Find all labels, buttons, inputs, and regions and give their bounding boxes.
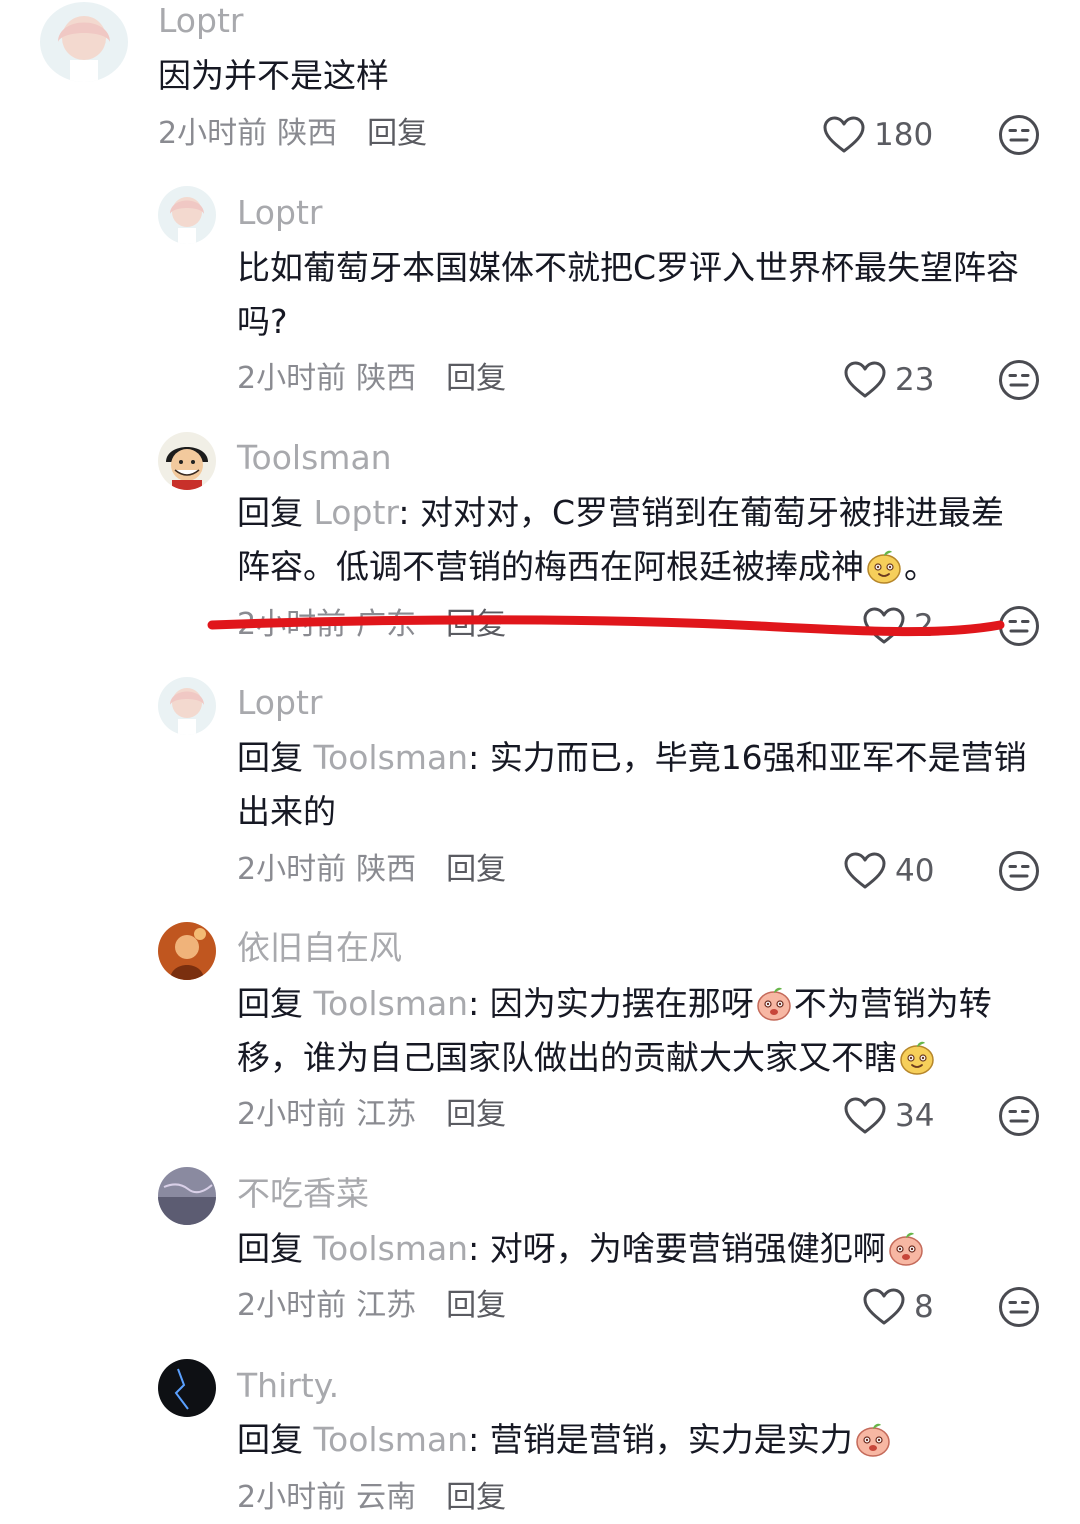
comment-location: 广东: [356, 607, 417, 642]
comment-text-content: 因为并不是这样: [158, 56, 389, 95]
comment-meta: 2小时前 陕西 回复: [158, 114, 427, 154]
like-count: 34: [895, 1098, 935, 1134]
comment-time: 2小时前: [237, 1097, 347, 1132]
username[interactable]: 依旧自在风: [237, 928, 402, 968]
reply-prefix: 回复: [237, 984, 303, 1023]
comment-time: 2小时前: [237, 1480, 347, 1515]
reply-separator: :: [468, 1420, 490, 1459]
comment-text-content: 对呀，为啥要营销强健犯啊: [489, 1229, 886, 1268]
dislike-icon[interactable]: [998, 359, 1040, 401]
reply-separator: :: [468, 738, 490, 777]
emoji-gold-peach-icon: [897, 1037, 937, 1077]
avatar[interactable]: [158, 922, 216, 980]
comment-text: 比如葡萄牙本国媒体不就把C罗评入世界杯最失望阵容吗?: [237, 241, 1037, 349]
like-button[interactable]: 40: [843, 848, 934, 894]
like-count: 23: [895, 362, 935, 398]
emoji-peach-icon: [754, 983, 794, 1023]
reply-prefix: 回复: [237, 738, 303, 777]
comment-time: 2小时前: [237, 607, 347, 642]
reply-prefix: 回复: [237, 493, 303, 532]
comment-text: 回复 Toolsman: 对呀，为啥要营销强健犯啊: [237, 1222, 1037, 1276]
comment-meta: 2小时前 云南 回复: [237, 1478, 506, 1518]
reply-prefix: 回复: [237, 1420, 303, 1459]
like-button[interactable]: 2: [862, 603, 934, 649]
dislike-icon[interactable]: [998, 1095, 1040, 1137]
dislike-icon[interactable]: [998, 850, 1040, 892]
avatar[interactable]: [158, 186, 216, 244]
heart-outline-icon: [843, 1096, 887, 1136]
dislike-icon[interactable]: [998, 1286, 1040, 1328]
reply-button[interactable]: 回复: [446, 607, 506, 642]
username[interactable]: Loptr: [158, 1, 243, 41]
reply-separator: :: [468, 984, 490, 1023]
heart-outline-icon: [843, 851, 887, 891]
heart-outline-icon: [862, 1287, 906, 1327]
username[interactable]: Toolsman: [237, 438, 392, 478]
like-button[interactable]: 34: [843, 1093, 934, 1139]
emoji-peach-icon: [853, 1419, 893, 1459]
comment-text-content: 比如葡萄牙本国媒体不就把C罗评入世界杯最失望阵容吗?: [237, 248, 1020, 341]
reply-target-username[interactable]: Toolsman: [314, 738, 469, 777]
like-count: 180: [874, 117, 934, 153]
reply-target-username[interactable]: Toolsman: [314, 1229, 469, 1268]
reply-button[interactable]: 回复: [367, 116, 427, 151]
avatar[interactable]: [40, 2, 128, 82]
reply-target-username[interactable]: Toolsman: [314, 1420, 469, 1459]
comment-location: 陕西: [356, 361, 417, 396]
reply-target-username[interactable]: Loptr: [314, 493, 399, 532]
comment-text: 回复 Toolsman: 实力而已，毕竟16强和亚军不是营销出来的: [237, 731, 1047, 839]
comment-location: 江苏: [356, 1097, 417, 1132]
like-button[interactable]: 23: [843, 357, 934, 403]
reply-target-username[interactable]: Toolsman: [314, 984, 469, 1023]
comment-text: 回复 Toolsman: 营销是营销，实力是实力: [237, 1413, 1037, 1467]
username[interactable]: 不吃香菜: [237, 1174, 369, 1214]
like-count: 2: [914, 608, 934, 644]
avatar[interactable]: [158, 1167, 216, 1225]
heart-outline-icon: [822, 115, 866, 155]
like-button[interactable]: 180: [822, 112, 933, 158]
reply-separator: :: [468, 1229, 490, 1268]
comment-time: 2小时前: [237, 361, 347, 396]
avatar[interactable]: [158, 432, 216, 490]
comment-location: 陕西: [356, 852, 417, 887]
like-button[interactable]: 8: [862, 1284, 934, 1330]
reply-button[interactable]: 回复: [446, 852, 506, 887]
reply-button[interactable]: 回复: [446, 1480, 506, 1515]
comment-text-end: 。: [904, 547, 937, 586]
comment-meta: 2小时前 江苏 回复: [237, 1095, 506, 1135]
comment-location: 云南: [356, 1480, 417, 1515]
avatar[interactable]: [158, 1359, 216, 1417]
dislike-icon[interactable]: [998, 605, 1040, 647]
comment-time: 2小时前: [237, 1288, 347, 1323]
dislike-icon[interactable]: [998, 114, 1040, 156]
reply-button[interactable]: 回复: [446, 1288, 506, 1323]
emoji-peach-icon: [886, 1228, 926, 1268]
comment-location: 陕西: [277, 116, 338, 151]
like-count: 40: [895, 853, 935, 889]
comment-text-content: 营销是营销，实力是实力: [489, 1420, 853, 1459]
comment-time: 2小时前: [237, 852, 347, 887]
comment-text: 回复 Loptr: 对对对，C罗营销到在葡萄牙被排进最差阵容。低调不营销的梅西在…: [237, 486, 1037, 594]
reply-separator: :: [398, 493, 420, 532]
comment-meta: 2小时前 陕西 回复: [237, 359, 506, 399]
comment-location: 江苏: [356, 1288, 417, 1323]
comment-meta: 2小时前 陕西 回复: [237, 850, 506, 890]
comment-text-content: 因为实力摆在那呀: [489, 984, 754, 1023]
reply-button[interactable]: 回复: [446, 1097, 506, 1132]
comment-text: 因为并不是这样: [158, 49, 1038, 103]
reply-prefix: 回复: [237, 1229, 303, 1268]
heart-outline-icon: [843, 360, 887, 400]
username[interactable]: Thirty.: [237, 1366, 339, 1406]
comment-text: 回复 Toolsman: 因为实力摆在那呀 不为营销为转移，谁为自己国家队做出的贡…: [237, 977, 1027, 1085]
comment-time: 2小时前: [158, 116, 268, 151]
comment-meta: 2小时前 江苏 回复: [237, 1286, 506, 1326]
username[interactable]: Loptr: [237, 193, 322, 233]
emoji-gold-peach-icon: [864, 546, 904, 586]
comment-meta: 2小时前 广东 回复: [237, 605, 506, 645]
heart-outline-icon: [862, 606, 906, 646]
avatar[interactable]: [158, 677, 216, 735]
reply-button[interactable]: 回复: [446, 361, 506, 396]
like-count: 8: [914, 1289, 934, 1325]
username[interactable]: Loptr: [237, 683, 322, 723]
